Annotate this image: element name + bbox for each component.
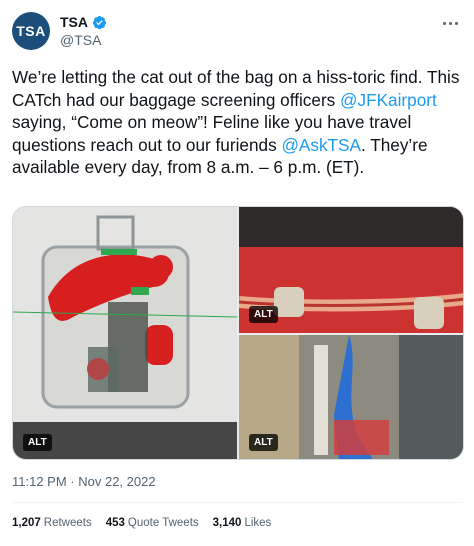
likes-stat[interactable]: 3,140 Likes [213, 517, 272, 529]
retweets-stat[interactable]: 1,207 Retweets [12, 517, 92, 529]
likes-label: Likes [244, 517, 272, 529]
alt-badge[interactable]: ALT [23, 434, 52, 451]
quote-tweets-label: Quote Tweets [127, 517, 199, 529]
alt-badge[interactable]: ALT [249, 306, 278, 323]
display-name[interactable]: TSA [60, 14, 88, 30]
verified-badge-icon [92, 15, 107, 29]
media-grid: ALT ALT ALT [12, 206, 464, 460]
likes-count: 3,140 [212, 517, 242, 529]
divider [12, 502, 462, 503]
tweet-stats: 1,207 Retweets 453 Quote Tweets 3,140 Likes [12, 517, 271, 529]
quote-tweets-count: 453 [105, 517, 125, 529]
xray-image-graphic [13, 207, 237, 459]
xray-image[interactable]: ALT [13, 207, 237, 459]
alt-badge[interactable]: ALT [249, 434, 278, 451]
quote-tweets-stat[interactable]: 453 Quote Tweets [106, 517, 199, 529]
retweets-count: 1,207 [12, 517, 41, 529]
inspection-photo[interactable]: ALT [239, 335, 463, 459]
suitcase-photo[interactable]: ALT [239, 207, 463, 333]
handle[interactable]: @TSA [60, 32, 101, 48]
tweet-header: TSA TSA @TSA [12, 12, 462, 54]
tweet-text: We’re letting the cat out of the bag on … [12, 66, 464, 179]
mention-asktsa[interactable]: @AskTSA [281, 135, 361, 155]
avatar[interactable]: TSA [12, 12, 50, 50]
name-row: TSA [60, 14, 107, 30]
tweet-timestamp[interactable]: 11:12 PM · Nov 22, 2022 [12, 474, 156, 489]
mention-jfkairport[interactable]: @JFKairport [340, 90, 437, 110]
more-options-icon[interactable] [440, 16, 460, 30]
retweets-label: Retweets [43, 517, 92, 529]
